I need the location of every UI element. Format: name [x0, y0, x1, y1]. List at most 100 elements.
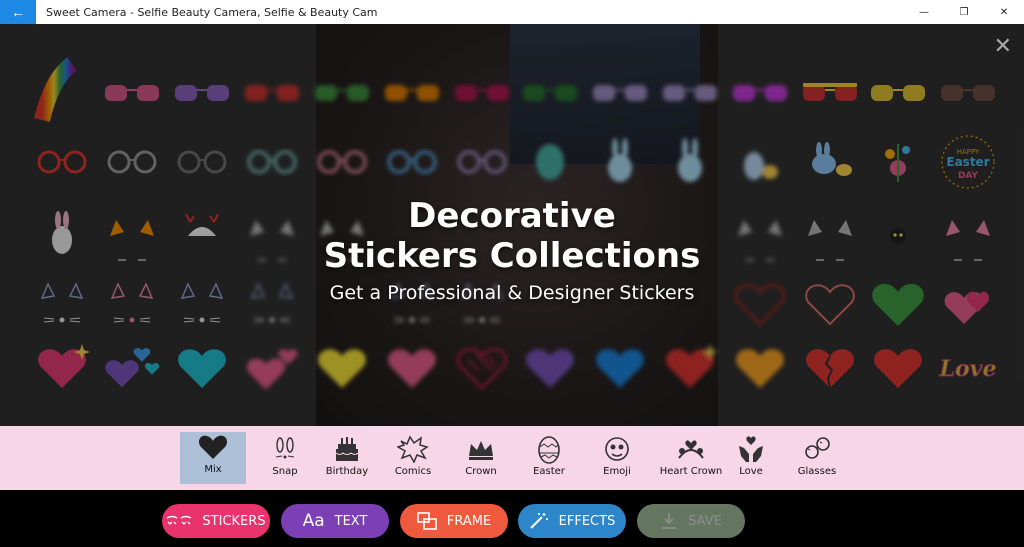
sticker-blue-heart[interactable]	[596, 349, 644, 388]
save-label: SAVE	[688, 513, 722, 529]
sticker-easter-flowers[interactable]	[885, 144, 910, 182]
sticker-happy-easter-day[interactable]: HAPPYEasterDAY	[941, 135, 995, 189]
bunny-ears-icon	[270, 434, 300, 464]
sticker-dark-glasses[interactable]	[177, 150, 227, 174]
save-button[interactable]: SAVE	[637, 504, 745, 538]
easter-egg-icon	[536, 434, 562, 464]
sticker-broken-heart[interactable]	[806, 349, 854, 389]
sticker-purple-hearts[interactable]	[105, 348, 160, 388]
category-easter[interactable]: Easter	[516, 434, 582, 486]
emoji-icon	[603, 434, 631, 464]
effects-button[interactable]: EFFECTS	[518, 504, 626, 538]
sticker-easter-chick[interactable]	[744, 152, 778, 180]
category-comics[interactable]: Comics	[380, 434, 446, 486]
sticker-love-text[interactable]: Love	[938, 356, 997, 383]
sticker-red-yellow-sunglasses[interactable]	[803, 83, 857, 101]
promo-overlay: Decorative Stickers Collections Get a Pr…	[0, 196, 1024, 304]
sticker-red-heart[interactable]	[874, 349, 922, 388]
sticker-yellow-heart[interactable]	[318, 349, 366, 388]
sticker-grey-glasses[interactable]	[107, 150, 157, 174]
sticker-orange-glasses[interactable]	[385, 85, 439, 101]
text-button[interactable]: Aa TEXT	[281, 504, 389, 538]
minimize-button[interactable]: —	[904, 0, 944, 24]
sticker-pink-glasses-2[interactable]	[317, 150, 367, 174]
back-button[interactable]: ←	[0, 0, 36, 24]
category-glasses[interactable]: Glasses	[784, 434, 850, 486]
category-label: Easter	[533, 466, 565, 477]
frame-label: FRAME	[446, 513, 492, 529]
title-bar: ← Sweet Camera - Selfie Beauty Camera, S…	[0, 0, 1024, 24]
sticker-easter-bunny-2[interactable]	[678, 138, 702, 182]
sticker-purple-glasses[interactable]	[175, 85, 229, 101]
sticker-pink-hearts-small[interactable]	[246, 349, 298, 390]
text-label: TEXT	[334, 513, 368, 529]
headline-line2: Stickers Collections	[323, 236, 701, 276]
sticker-scribble-heart[interactable]	[457, 348, 507, 390]
sticker-easter-egg[interactable]	[536, 144, 564, 180]
sticker-green-glasses-2[interactable]	[523, 85, 577, 101]
sticker-orange-heart[interactable]	[736, 349, 784, 388]
sticker-glasses-icon	[166, 515, 192, 527]
category-label: Glasses	[797, 466, 837, 477]
category-snap[interactable]: Snap	[252, 434, 318, 486]
svg-text:Easter: Easter	[946, 155, 989, 169]
category-birthday[interactable]: Birthday	[314, 434, 380, 486]
sticker-lilac-glasses-2[interactable]	[663, 85, 717, 101]
sticker-blue-glasses[interactable]	[387, 150, 437, 174]
category-crown[interactable]: Crown	[448, 434, 514, 486]
category-emoji[interactable]: Emoji	[584, 434, 650, 486]
sticker-pink-glasses[interactable]	[105, 85, 159, 101]
category-label: Snap	[272, 466, 298, 477]
comic-bubble-icon	[397, 434, 429, 464]
sticker-magenta-glasses[interactable]	[455, 85, 509, 101]
window-title: Sweet Camera - Selfie Beauty Camera, Sel…	[46, 5, 378, 19]
sticker-easter-bunny-chick[interactable]	[812, 142, 852, 176]
sticker-lilac-glasses[interactable]	[593, 85, 647, 101]
frame-button[interactable]: FRAME	[400, 504, 508, 538]
stickers-label: STICKERS	[202, 513, 266, 529]
window-controls: — ❐ ✕	[904, 0, 1024, 24]
window-close-button[interactable]: ✕	[984, 0, 1024, 24]
category-mix[interactable]: Mix	[180, 432, 246, 484]
back-arrow-icon: ←	[11, 4, 25, 20]
text-aa-icon: Aa	[302, 511, 325, 531]
sticker-pink-heart-2[interactable]	[388, 349, 436, 388]
crown-icon	[466, 434, 496, 464]
restore-button[interactable]: ❐	[944, 0, 984, 24]
sticker-magenta-glasses-2[interactable]	[733, 85, 787, 101]
sticker-yellow-glasses[interactable]	[871, 85, 925, 101]
glasses-icon	[802, 434, 832, 464]
heart-icon	[198, 432, 228, 462]
category-label: Love	[739, 466, 763, 477]
category-heart-crown[interactable]: Heart Crown	[656, 434, 726, 486]
stickers-button[interactable]: STICKERS	[162, 504, 270, 538]
download-icon	[660, 512, 678, 530]
category-label: Comics	[394, 466, 432, 477]
sticker-purple-heart[interactable]	[526, 349, 574, 388]
sticker-green-glasses[interactable]	[315, 85, 369, 101]
sticker-red-glasses[interactable]	[245, 85, 299, 101]
sticker-teal-heart[interactable]	[178, 349, 226, 388]
hands-heart-icon	[735, 434, 767, 464]
sticker-brown-glasses[interactable]	[941, 85, 995, 101]
bottom-toolbar: STICKERS Aa TEXT FRAME EFFECTS SAVE	[0, 490, 1024, 547]
promo-subline: Get a Professional & Designer Stickers	[329, 282, 695, 304]
heart-crown-icon	[675, 434, 707, 464]
svg-text:DAY: DAY	[958, 171, 979, 181]
sticker-red-heart-sparkle[interactable]	[666, 344, 718, 388]
category-label: Emoji	[603, 466, 631, 477]
category-love[interactable]: Love	[718, 434, 784, 486]
headline-line1: Decorative	[408, 196, 616, 236]
sticker-pink-heart[interactable]	[38, 344, 90, 388]
sticker-rainbow[interactable]	[34, 57, 78, 122]
frame-icon	[417, 512, 437, 530]
category-label: Crown	[465, 466, 497, 477]
sticker-red-frame-glasses[interactable]	[37, 150, 87, 174]
sticker-teal-glasses[interactable]	[247, 150, 297, 174]
sticker-easter-bunny[interactable]	[608, 138, 632, 182]
svg-text:Love: Love	[939, 356, 997, 382]
overlay-close-icon[interactable]: ✕	[994, 34, 1012, 59]
sticker-preview-stage: HAPPY Easter DAY Love ✕ Decorative Sticker…	[0, 24, 1024, 426]
effects-label: EFFECTS	[558, 513, 616, 529]
sticker-purple-glasses-2[interactable]	[457, 150, 507, 174]
